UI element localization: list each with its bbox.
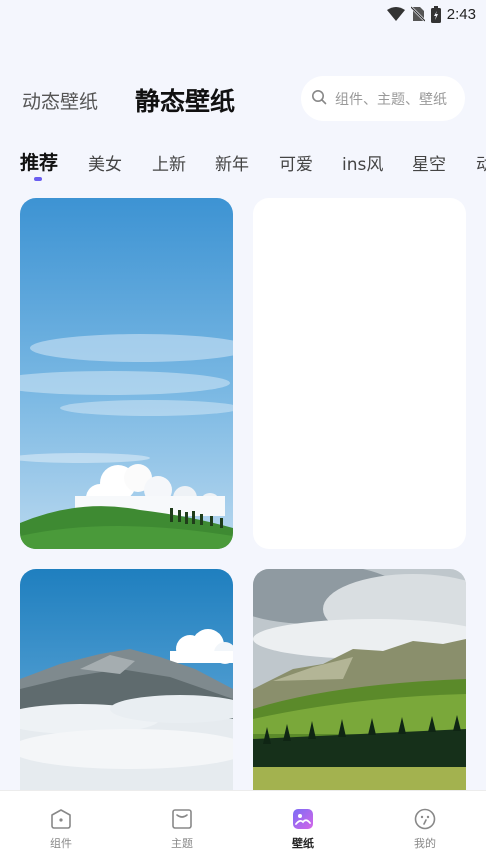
nav-label: 壁纸 — [292, 837, 314, 850]
category-tabs: 推荐 美女 上新 新年 可爱 ins风 星空 动 — [0, 146, 486, 186]
status-bar: 2:43 — [0, 0, 486, 28]
wifi-icon — [386, 6, 405, 22]
header: 动态壁纸 静态壁纸 组件、主题、壁纸 — [0, 74, 486, 124]
category-tab-more[interactable]: 动 — [476, 150, 486, 175]
active-tab-indicator — [34, 177, 42, 181]
category-tab-new[interactable]: 上新 — [152, 150, 186, 175]
nav-item-wallpaper[interactable]: 壁纸 — [273, 807, 333, 851]
battery-icon — [430, 5, 441, 23]
wallpaper-card-blue-sky[interactable] — [20, 198, 233, 549]
wallpaper-card-green-mountain[interactable] — [253, 569, 466, 790]
nav-label: 主题 — [171, 837, 193, 850]
wallpaper-card-mountain-clouds[interactable] — [20, 569, 233, 790]
search-icon — [311, 89, 327, 109]
nav-item-themes[interactable]: 主题 — [152, 807, 212, 851]
wallpaper-card-blank[interactable] — [253, 198, 466, 549]
nav-item-widgets[interactable]: 组件 — [31, 807, 91, 851]
category-tab-cute[interactable]: 可爱 — [279, 150, 313, 175]
widget-icon — [31, 807, 91, 831]
bottom-nav: 组件 主题 壁纸 我的 — [0, 790, 486, 864]
category-tab-new-year[interactable]: 新年 — [215, 150, 249, 175]
category-tab-starry[interactable]: 星空 — [412, 150, 446, 175]
profile-icon — [395, 807, 455, 831]
category-tab-recommend[interactable]: 推荐 — [20, 148, 58, 175]
search-placeholder: 组件、主题、壁纸 — [335, 91, 447, 108]
status-time: 2:43 — [446, 5, 476, 23]
tab-dynamic-wallpaper[interactable]: 动态壁纸 — [22, 87, 98, 114]
theme-icon — [152, 807, 212, 831]
nav-item-profile[interactable]: 我的 — [395, 807, 455, 851]
tab-static-wallpaper[interactable]: 静态壁纸 — [135, 82, 235, 118]
nav-label: 组件 — [50, 837, 72, 850]
no-sim-icon — [410, 6, 425, 22]
category-tab-beauty[interactable]: 美女 — [88, 150, 122, 175]
category-tab-ins[interactable]: ins风 — [342, 150, 383, 175]
search-input[interactable]: 组件、主题、壁纸 — [301, 76, 465, 121]
wallpaper-icon — [273, 807, 333, 831]
nav-label: 我的 — [414, 837, 436, 850]
